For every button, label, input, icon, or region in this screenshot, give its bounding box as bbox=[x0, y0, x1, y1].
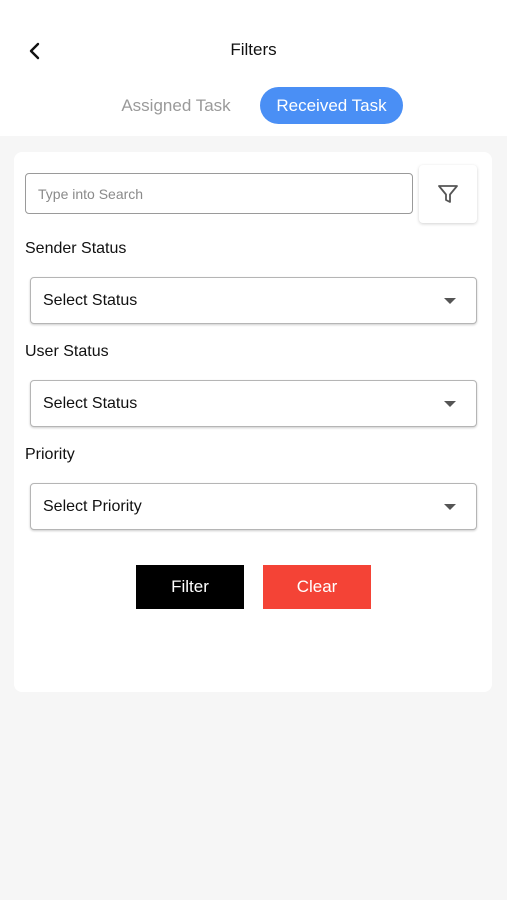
sender-status-label: Sender Status bbox=[25, 240, 127, 257]
funnel-icon bbox=[438, 185, 458, 203]
user-status-select[interactable]: Select Status bbox=[30, 380, 477, 427]
tab-assigned-task[interactable]: Assigned Task bbox=[108, 87, 244, 124]
caret-down-icon bbox=[444, 401, 456, 407]
priority-select[interactable]: Select Priority bbox=[30, 483, 477, 530]
task-tabs: Assigned Task Received Task bbox=[0, 87, 507, 125]
user-status-label: User Status bbox=[25, 343, 109, 360]
sender-status-select[interactable]: Select Status bbox=[30, 277, 477, 324]
filter-button[interactable]: Filter bbox=[136, 565, 244, 609]
sender-status-value: Select Status bbox=[43, 292, 138, 309]
tab-received-task[interactable]: Received Task bbox=[260, 87, 403, 124]
caret-down-icon bbox=[444, 504, 456, 510]
user-status-value: Select Status bbox=[43, 395, 138, 412]
page-title: Filters bbox=[230, 40, 277, 59]
priority-label: Priority bbox=[25, 446, 75, 463]
caret-down-icon bbox=[444, 298, 456, 304]
priority-value: Select Priority bbox=[43, 498, 142, 515]
filter-icon-button[interactable] bbox=[419, 165, 477, 223]
app-header: Filters Assigned Task Received Task bbox=[0, 0, 507, 136]
clear-button[interactable]: Clear bbox=[263, 565, 371, 609]
search-input[interactable] bbox=[25, 173, 413, 214]
filter-card: Sender Status Select Status User Status … bbox=[14, 152, 492, 692]
